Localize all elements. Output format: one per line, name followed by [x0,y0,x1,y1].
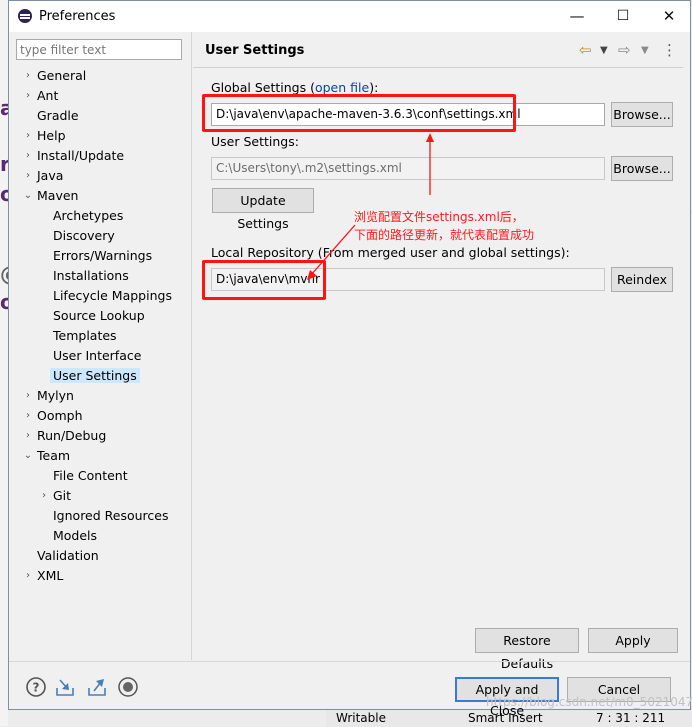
annotation-arrowhead-up [426,133,434,142]
expand-arrow-icon[interactable]: › [23,406,33,426]
apply-button[interactable]: Apply [588,628,678,653]
user-settings-field[interactable]: C:\Users\tony\.m2\settings.xml [211,157,605,180]
pane-divider[interactable] [191,32,192,660]
view-menu-icon[interactable]: ⋮ [662,41,677,59]
reindex-button[interactable]: Reindex [611,267,673,292]
tree-item-run-debug[interactable]: › Run/Debug [26,426,106,446]
tree-item-user-interface[interactable]: User Interface [53,346,141,366]
tree-item-user-settings[interactable]: User Settings [50,366,140,386]
collapse-arrow-icon[interactable]: ⌄ [23,186,33,206]
export-icon[interactable] [86,676,108,698]
tree-item-file-content[interactable]: File Content [53,466,128,486]
tree-item-general[interactable]: › General [26,66,86,86]
expand-arrow-icon[interactable]: › [23,566,33,586]
svg-text:?: ? [33,681,40,695]
annotation-box-global [202,94,516,132]
tree-item-ignored-resources[interactable]: Ignored Resources [53,506,169,526]
collapse-arrow-icon[interactable]: ⌄ [23,446,33,466]
eclipse-icon [18,9,32,23]
forward-arrow-icon[interactable]: ⇨ [618,41,631,59]
tree-item-team[interactable]: ⌄ Team [24,446,70,466]
tree-item-ant[interactable]: › Ant [26,86,58,106]
tree-item-archetypes[interactable]: Archetypes [53,206,123,226]
expand-arrow-icon[interactable]: › [23,86,33,106]
expand-arrow-icon[interactable]: › [39,486,49,506]
watermark: https://blog.csdn.net/m0_50210478 [486,695,692,709]
annotation-note-line1: 浏览配置文件settings.xml后， [354,210,524,224]
preferences-dialog: Preferences — ☐ ✕ ›General ›Ant Gradle ›… [8,0,691,718]
window-title: Preferences [39,9,116,24]
page-title: User Settings [205,43,305,58]
open-file-link[interactable]: open file [315,80,369,95]
tree-item-lifecycle-mappings[interactable]: Lifecycle Mappings [53,286,172,306]
user-settings-label: User Settings: [211,134,299,149]
tree-item-gradle[interactable]: Gradle [37,106,79,126]
footer-separator [9,661,690,662]
tree-item-oomph[interactable]: › Oomph [26,406,83,426]
expand-arrow-icon[interactable]: › [23,146,33,166]
tree-item-install-update[interactable]: › Install/Update [26,146,124,166]
help-icon[interactable]: ? [25,676,47,698]
tree-item-discovery[interactable]: Discovery [53,226,115,246]
tree-item-templates[interactable]: Templates [53,326,117,346]
minimize-button[interactable]: — [554,1,600,32]
maximize-button[interactable]: ☐ [600,1,646,32]
global-settings-label: Global Settings (open file): [211,80,379,95]
title-bar: Preferences — ☐ ✕ [9,1,690,32]
tree-item-mylyn[interactable]: › Mylyn [26,386,74,406]
expand-arrow-icon[interactable]: › [23,166,33,186]
header-separator [193,67,683,68]
user-browse-button[interactable]: Browse... [611,156,673,181]
annotation-box-local [202,260,326,300]
back-history-dropdown-icon[interactable]: ▼ [600,45,608,56]
tree-item-source-lookup[interactable]: Source Lookup [53,306,145,326]
expand-arrow-icon[interactable]: › [23,66,33,86]
update-settings-button[interactable]: Update Settings [212,188,314,231]
tree-item-validation[interactable]: Validation [37,546,99,566]
forward-history-dropdown-icon[interactable]: ▼ [641,45,649,56]
tree-item-xml[interactable]: › XML [26,566,63,586]
import-icon[interactable] [54,676,76,698]
tree-item-installations[interactable]: Installations [53,266,129,286]
expand-arrow-icon[interactable]: › [23,386,33,406]
filter-input[interactable] [16,39,182,60]
expand-arrow-icon[interactable]: › [23,426,33,446]
tree-item-java[interactable]: › Java [26,166,63,186]
annotation-note-line2: 下面的路径更新，就代表配置成功 [354,228,535,242]
restore-defaults-button[interactable]: Restore Defaults [475,628,579,671]
status-cursor-position: 7 : 31 : 211 [596,711,666,725]
expand-arrow-icon[interactable]: › [23,126,33,146]
global-browse-button[interactable]: Browse... [611,102,673,127]
local-repository-label: Local Repository (From merged user and g… [211,245,570,260]
tree-item-errors-warnings[interactable]: Errors/Warnings [53,246,152,266]
tree-item-git[interactable]: › Git [42,486,71,506]
close-button[interactable]: ✕ [646,1,692,32]
tree-item-maven[interactable]: ⌄ Maven [24,186,79,206]
tree-item-help[interactable]: › Help [26,126,66,146]
record-icon[interactable] [117,676,139,698]
status-writable: Writable [336,711,386,725]
back-arrow-icon[interactable]: ⇦ [579,41,592,59]
tree-item-models[interactable]: Models [53,526,97,546]
